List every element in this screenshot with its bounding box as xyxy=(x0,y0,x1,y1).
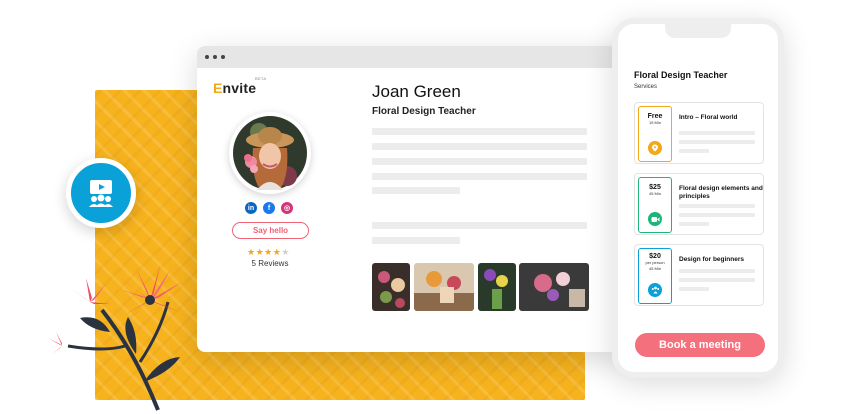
service-price: $25 xyxy=(649,184,661,191)
service-name: Floral design elements and principles xyxy=(679,185,763,200)
reviews-count[interactable]: 5 Reviews xyxy=(241,259,299,268)
bio-placeholder-line xyxy=(372,187,460,194)
service-name: Design for beginners xyxy=(679,256,745,263)
bio-placeholder-line xyxy=(372,237,460,244)
service-name: Intro – Floral world xyxy=(679,114,738,121)
marketing-hero: Envite BETA in f ◎ Say hello ★★★★★ 5 Rev… xyxy=(0,0,866,414)
service-card[interactable]: Free 15 Min Intro – Floral world xyxy=(634,102,764,164)
phone-mockup: Floral Design Teacher Services Free 15 M… xyxy=(612,18,784,378)
say-hello-button[interactable]: Say hello xyxy=(232,222,309,239)
avatar xyxy=(229,112,311,194)
video-camera-icon xyxy=(648,212,662,226)
flower-illustration xyxy=(48,266,182,411)
rating-stars: ★★★★★ xyxy=(247,247,290,258)
window-dot-icon[interactable] xyxy=(205,55,209,59)
facebook-icon[interactable]: f xyxy=(263,202,275,214)
group-presentation-badge xyxy=(66,158,136,228)
service-placeholder-line xyxy=(679,149,709,153)
service-placeholder-line xyxy=(679,278,755,282)
service-placeholder-line xyxy=(679,204,755,208)
book-meeting-button[interactable]: Book a meeting xyxy=(635,333,765,357)
bio-placeholder-line xyxy=(372,173,587,180)
bio-placeholder-line xyxy=(372,143,587,150)
profile-title: Floral Design Teacher xyxy=(372,106,476,117)
service-placeholder-line xyxy=(679,140,755,144)
envite-logo[interactable]: Envite xyxy=(213,80,256,96)
social-links: in f ◎ xyxy=(245,202,293,214)
service-price: Free xyxy=(647,113,663,120)
phone-header-title: Floral Design Teacher xyxy=(634,70,728,80)
service-card[interactable]: $25 45 Min Floral design elements and pr… xyxy=(634,173,764,235)
bio-placeholder-line xyxy=(372,128,587,135)
service-duration: 15 Min xyxy=(648,120,661,125)
window-dot-icon[interactable] xyxy=(221,55,225,59)
profile-name: Joan Green xyxy=(372,82,461,101)
gallery-photo[interactable] xyxy=(478,263,516,311)
bio-placeholder-line xyxy=(372,158,587,165)
service-placeholder-line xyxy=(679,222,709,226)
gallery-photo[interactable] xyxy=(414,263,474,311)
logo-letter: E xyxy=(213,80,223,96)
avatar-photo xyxy=(233,116,307,190)
star-icon: ★ xyxy=(247,247,256,257)
browser-titlebar xyxy=(197,46,625,68)
service-price: $20 xyxy=(649,253,661,260)
service-card[interactable]: $20 per person 45 Min Design for beginne… xyxy=(634,244,764,306)
group-presentation-icon xyxy=(89,180,113,207)
service-placeholder-line xyxy=(679,131,755,135)
logo-text: nvite xyxy=(222,80,257,96)
bio-placeholder-line xyxy=(372,222,587,229)
price-box: Free 15 Min xyxy=(638,106,672,162)
browser-window: Envite BETA in f ◎ Say hello ★★★★★ 5 Rev… xyxy=(197,46,625,352)
linkedin-icon[interactable]: in xyxy=(245,202,257,214)
star-empty-icon: ★ xyxy=(281,247,290,257)
service-placeholder-line xyxy=(679,213,755,217)
price-box: $20 per person 45 Min xyxy=(638,248,672,304)
window-dot-icon[interactable] xyxy=(213,55,217,59)
star-icon: ★ xyxy=(264,247,273,257)
service-duration: 45 Min xyxy=(648,266,661,271)
price-box: $25 45 Min xyxy=(638,177,672,233)
phone-notch xyxy=(665,22,731,38)
gallery-photo[interactable] xyxy=(519,263,589,311)
location-pin-icon xyxy=(648,141,662,155)
service-duration: 45 Min xyxy=(648,191,661,196)
beta-badge: BETA xyxy=(255,76,267,81)
service-placeholder-line xyxy=(679,287,709,291)
phone-header-subtitle: Services xyxy=(634,84,658,90)
star-icon: ★ xyxy=(255,247,265,257)
service-placeholder-line xyxy=(679,269,755,273)
instagram-icon[interactable]: ◎ xyxy=(281,202,293,214)
gallery-photo[interactable] xyxy=(372,263,410,311)
group-icon xyxy=(648,283,662,297)
